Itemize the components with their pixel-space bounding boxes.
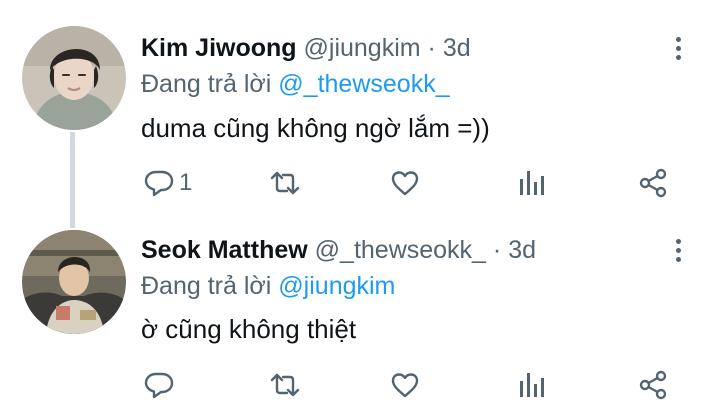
- stats-button[interactable]: [516, 163, 548, 203]
- separator: ·: [492, 236, 502, 264]
- share-button[interactable]: [637, 365, 669, 405]
- more-vertical-icon[interactable]: [664, 232, 692, 268]
- retweet-icon: [270, 373, 300, 397]
- avatar[interactable]: [22, 26, 126, 130]
- more-vertical-icon[interactable]: [664, 30, 692, 66]
- reply-bubble-icon: [144, 170, 174, 197]
- tweet-text: duma cũng không ngờ lắm =)): [141, 113, 490, 143]
- tweet-header: Kim Jiwoong @jiungkim · 3d: [141, 34, 471, 63]
- share-icon: [639, 370, 667, 400]
- avatar-photo: [22, 26, 126, 130]
- author-name[interactable]: Seok Matthew: [141, 236, 308, 264]
- replying-to-label: Đang trả lời: [141, 272, 272, 300]
- author-handle[interactable]: @jiungkim: [304, 34, 421, 62]
- reply-count: 1: [179, 169, 193, 196]
- bar-chart-icon: [520, 373, 544, 397]
- separator: ·: [427, 34, 436, 62]
- avatar-photo: [22, 230, 126, 334]
- tweet[interactable]: Kim Jiwoong @jiungkim · 3d Đang trả lời …: [0, 0, 720, 228]
- action-bar: 1: [0, 163, 720, 203]
- author-name[interactable]: Kim Jiwoong: [141, 34, 297, 62]
- share-button[interactable]: [637, 163, 669, 203]
- reply-button[interactable]: [143, 365, 179, 405]
- heart-icon: [391, 171, 419, 196]
- avatar[interactable]: [22, 230, 126, 334]
- action-bar: [0, 365, 720, 405]
- author-handle[interactable]: @_thewseokk_: [315, 236, 486, 264]
- heart-icon: [391, 373, 419, 398]
- timestamp[interactable]: 3d: [443, 34, 471, 62]
- replying-to: Đang trả lời @_thewseokk_: [141, 70, 450, 99]
- reply-mention-link[interactable]: @_thewseokk_: [278, 70, 449, 98]
- tweet-header: Seok Matthew @_thewseokk_ · 3d: [141, 236, 536, 265]
- stats-button[interactable]: [516, 365, 548, 405]
- timestamp[interactable]: 3d: [508, 236, 536, 264]
- reply-button[interactable]: 1: [143, 163, 192, 203]
- replying-to-label: Đang trả lời: [141, 70, 272, 98]
- retweet-icon: [270, 171, 300, 195]
- retweet-button[interactable]: [268, 365, 302, 405]
- bar-chart-icon: [520, 171, 544, 195]
- share-icon: [639, 168, 667, 198]
- retweet-button[interactable]: [268, 163, 302, 203]
- tweet[interactable]: Seok Matthew @_thewseokk_ · 3d Đang trả …: [0, 220, 720, 413]
- like-button[interactable]: [389, 163, 421, 203]
- reply-bubble-icon: [144, 372, 174, 399]
- replying-to: Đang trả lời @jiungkim: [141, 272, 395, 301]
- tweet-text: ờ cũng không thiệt: [141, 314, 357, 344]
- reply-mention-link[interactable]: @jiungkim: [278, 272, 395, 300]
- like-button[interactable]: [389, 365, 421, 405]
